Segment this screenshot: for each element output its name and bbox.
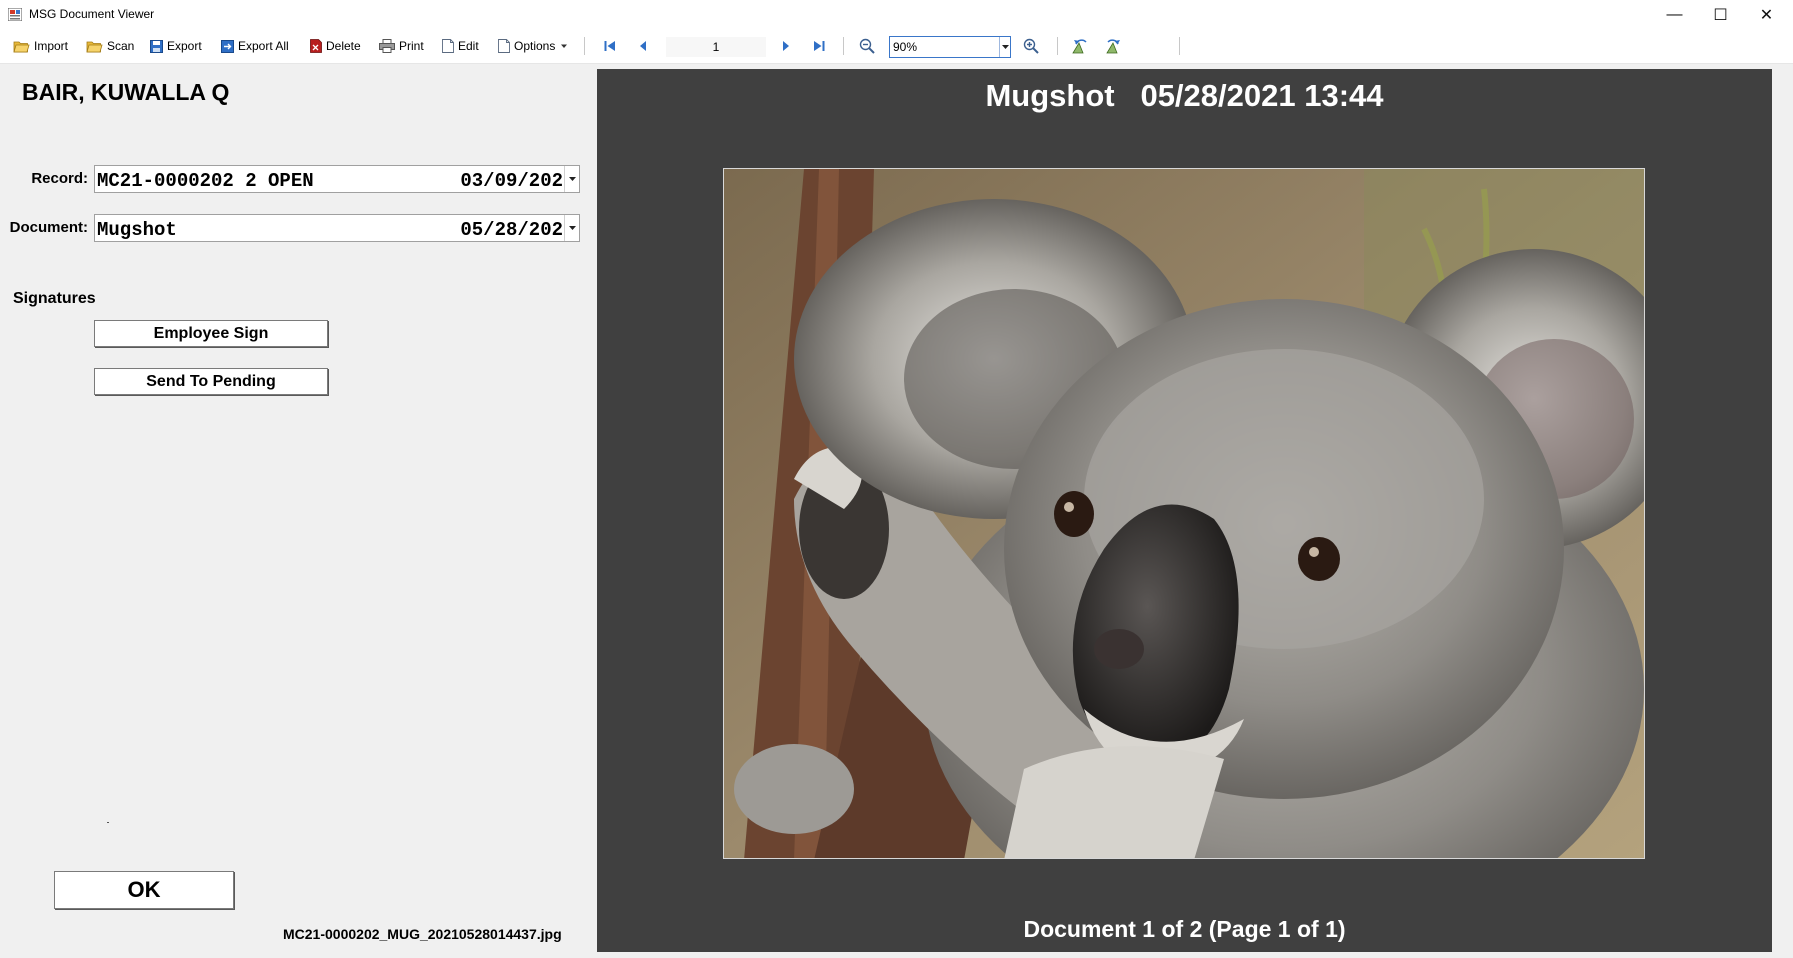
send-to-pending-button[interactable]: Send To Pending <box>94 368 328 395</box>
export-all-label: Export All <box>238 39 289 53</box>
document-icon <box>442 39 454 53</box>
save-icon <box>150 39 163 53</box>
delete-label: Delete <box>326 39 361 53</box>
file-name: MC21-0000202_MUG_20210528014437.jpg <box>283 926 562 942</box>
divider-dot <box>107 822 109 823</box>
toolbar-separator <box>1179 37 1180 55</box>
scan-label: Scan <box>107 39 135 53</box>
subject-name: BAIR, KUWALLA Q <box>22 79 230 105</box>
record-dropdown-button[interactable] <box>564 166 579 192</box>
next-page-button[interactable] <box>780 35 792 57</box>
title-bar: MSG Document Viewer — ☐ ✕ <box>0 0 1793 29</box>
app-icon <box>8 8 22 21</box>
export-all-icon <box>221 39 234 53</box>
rotate-right-icon <box>1106 39 1120 54</box>
koala-photo <box>724 169 1644 858</box>
folder-icon <box>86 41 103 53</box>
viewer-title: Mugshot 05/28/2021 13:44 <box>985 78 1384 113</box>
document-combo[interactable]: Mugshot 05/28/202 <box>94 214 580 242</box>
dropdown-arrow-icon <box>561 44 568 48</box>
record-combo[interactable]: MC21-0000202 2 OPEN 03/09/202 <box>94 165 580 193</box>
printer-icon <box>379 39 395 53</box>
export-label: Export <box>167 39 202 53</box>
previous-page-icon <box>640 41 646 51</box>
toolbar: Import Scan Export Export All Delete Pri… <box>0 29 1793 64</box>
next-page-icon <box>783 41 789 51</box>
minimize-button[interactable]: — <box>1652 0 1697 29</box>
document-value: Mugshot <box>97 219 177 241</box>
scan-button[interactable]: Scan <box>86 35 134 57</box>
first-page-button[interactable] <box>603 35 617 57</box>
record-date: 03/09/202 <box>460 170 563 192</box>
record-label: Record: <box>31 170 88 187</box>
document-viewer-window: MSG Document Viewer — ☐ ✕ Import Scan Ex… <box>0 0 1793 958</box>
toolbar-separator <box>584 37 585 55</box>
delete-button[interactable]: Delete <box>310 35 361 57</box>
signatures-heading: Signatures <box>13 290 96 307</box>
ok-button[interactable]: OK <box>54 871 234 909</box>
export-all-button[interactable]: Export All <box>221 35 289 57</box>
document-icon <box>498 39 510 53</box>
zoom-value: 90% <box>893 40 918 54</box>
document-date: 05/28/202 <box>460 219 563 241</box>
toolbar-separator <box>843 37 844 55</box>
close-button[interactable]: ✕ <box>1744 0 1789 29</box>
first-page-icon <box>604 41 615 51</box>
zoom-in-button[interactable] <box>1023 35 1039 57</box>
mugshot-image <box>723 168 1645 859</box>
record-value: MC21-0000202 2 OPEN <box>97 170 314 192</box>
edit-button[interactable]: Edit <box>442 35 479 57</box>
page-number-input[interactable]: 1 <box>666 37 766 57</box>
right-margin <box>1772 64 1793 958</box>
toolbar-separator <box>1057 37 1058 55</box>
previous-page-button[interactable] <box>637 35 649 57</box>
zoom-in-icon <box>1023 38 1039 54</box>
import-button[interactable]: Import <box>13 35 68 57</box>
zoom-dropdown-button[interactable] <box>999 37 1010 57</box>
edit-label: Edit <box>458 39 479 53</box>
options-label: Options <box>514 39 556 53</box>
print-button[interactable]: Print <box>379 35 424 57</box>
rotate-left-button[interactable] <box>1071 35 1089 57</box>
zoom-out-button[interactable] <box>859 35 875 57</box>
folder-open-icon <box>13 41 30 53</box>
rotate-right-button[interactable] <box>1105 35 1123 57</box>
chevron-down-icon <box>568 176 576 181</box>
zoom-out-icon <box>859 38 875 54</box>
zoom-combo[interactable]: 90% <box>889 36 1011 58</box>
print-label: Print <box>399 39 424 53</box>
export-button[interactable]: Export <box>150 35 202 57</box>
last-page-button[interactable] <box>812 35 826 57</box>
document-position-indicator: Document 1 of 2 (Page 1 of 1) <box>1023 916 1346 942</box>
chevron-down-icon <box>568 225 576 230</box>
delete-document-icon <box>310 39 322 53</box>
document-viewer-pane[interactable]: Mugshot 05/28/2021 13:44 Document 1 of 2… <box>597 69 1772 952</box>
rotate-left-icon <box>1072 39 1087 54</box>
chevron-down-icon <box>1001 44 1009 49</box>
document-dropdown-button[interactable] <box>564 215 579 241</box>
last-page-icon <box>814 41 825 51</box>
window-title: MSG Document Viewer <box>29 7 155 21</box>
document-label: Document: <box>9 219 88 236</box>
maximize-button[interactable]: ☐ <box>1698 0 1743 29</box>
import-label: Import <box>34 39 69 53</box>
options-dropdown[interactable]: Options <box>498 35 569 57</box>
employee-sign-button[interactable]: Employee Sign <box>94 320 328 347</box>
